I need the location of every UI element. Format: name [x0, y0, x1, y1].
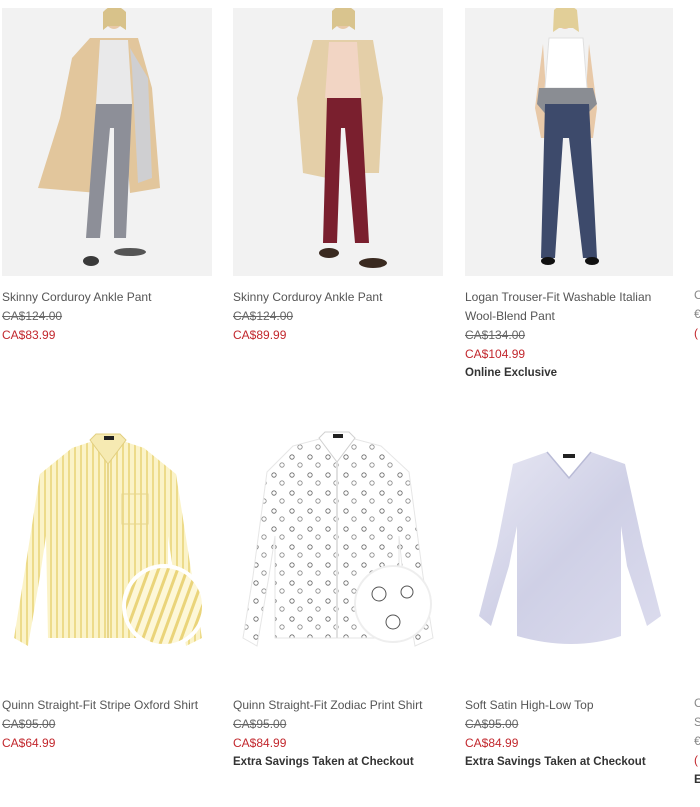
cutoff-card-edge: (: [694, 753, 698, 767]
cutoff-card-edge: C: [694, 696, 700, 710]
product-card[interactable]: Logan Trouser-Fit Washable Italian Wool-…: [465, 8, 675, 383]
sale-price: CA$84.99: [233, 736, 287, 750]
sale-price: CA$84.99: [465, 736, 519, 750]
product-card[interactable]: Skinny Corduroy Ankle Pant CA$124.00 CA$…: [233, 8, 443, 345]
product-name[interactable]: Logan Trouser-Fit Washable Italian Wool-…: [465, 288, 675, 326]
product-image[interactable]: [465, 8, 673, 276]
product-name[interactable]: Skinny Corduroy Ankle Pant: [2, 288, 212, 307]
online-exclusive-badge: Online Exclusive: [465, 367, 558, 379]
original-price: CA$124.00: [233, 309, 294, 323]
product-name[interactable]: Quinn Straight-Fit Zodiac Print Shirt: [233, 696, 443, 715]
cutoff-card-edge: E: [694, 772, 700, 786]
sale-price: CA$64.99: [2, 736, 56, 750]
cutoff-card-edge: €: [694, 307, 700, 321]
product-card[interactable]: Skinny Corduroy Ankle Pant CA$124.00 CA$…: [2, 8, 212, 345]
sale-price: CA$89.99: [233, 328, 287, 342]
cutoff-card-edge: (: [694, 326, 698, 340]
original-price: CA$95.00: [465, 717, 519, 731]
product-card[interactable]: Quinn Straight-Fit Stripe Oxford Shirt C…: [2, 416, 212, 753]
product-name-line[interactable]: Wool-Blend Pant: [465, 309, 555, 323]
cutoff-card-edge: C: [694, 288, 700, 302]
original-price: CA$95.00: [233, 717, 287, 731]
product-name[interactable]: Soft Satin High-Low Top: [465, 696, 675, 715]
original-price: CA$134.00: [465, 328, 526, 342]
extra-savings-badge: Extra Savings Taken at Checkout: [465, 756, 646, 768]
product-card[interactable]: Soft Satin High-Low Top CA$95.00 CA$84.9…: [465, 416, 675, 772]
product-image[interactable]: [233, 416, 443, 684]
product-name[interactable]: Quinn Straight-Fit Stripe Oxford Shirt: [2, 696, 212, 715]
product-image[interactable]: [2, 8, 212, 276]
original-price: CA$95.00: [2, 717, 56, 731]
product-image[interactable]: [233, 8, 443, 276]
sale-price: CA$104.99: [465, 347, 526, 361]
product-name-line[interactable]: Logan Trouser-Fit Washable Italian: [465, 290, 651, 304]
product-card[interactable]: Quinn Straight-Fit Zodiac Print Shirt CA…: [233, 416, 443, 772]
product-image[interactable]: [2, 416, 212, 684]
cutoff-card-edge: €: [694, 734, 700, 748]
extra-savings-badge: Extra Savings Taken at Checkout: [233, 756, 414, 768]
product-image[interactable]: [465, 416, 673, 684]
original-price: CA$124.00: [2, 309, 63, 323]
cutoff-card-edge: S: [694, 715, 700, 729]
sale-price: CA$83.99: [2, 328, 56, 342]
product-name[interactable]: Skinny Corduroy Ankle Pant: [233, 288, 443, 307]
